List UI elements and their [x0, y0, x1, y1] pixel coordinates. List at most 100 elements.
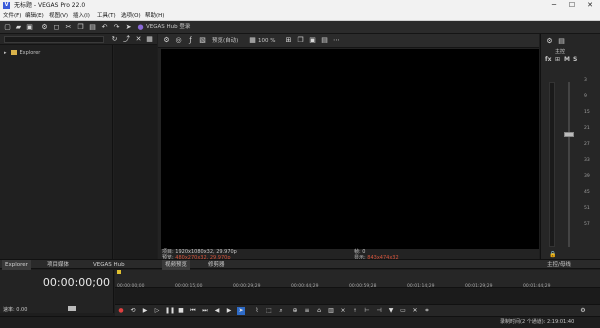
stop-icon[interactable]: ■	[177, 307, 185, 315]
zoom-tool-icon[interactable]: ⌕	[277, 307, 285, 315]
menu-bar: 文件(F) 编辑(E) 视图(V) 插入(I) 工具(T) 选项(O) 帮助(H…	[0, 11, 600, 21]
file-list[interactable]	[114, 45, 157, 259]
split-icon[interactable]: ⟊	[351, 307, 359, 315]
lock-icon[interactable]: 🔒	[549, 251, 556, 258]
external-monitor-icon[interactable]: ◎	[174, 36, 183, 45]
view-icon[interactable]: ▦	[145, 35, 154, 44]
auto-ripple-icon[interactable]: ≡	[303, 307, 311, 315]
timeline-settings-icon[interactable]: ⚙	[579, 307, 587, 315]
region-icon[interactable]: ▭	[399, 307, 407, 315]
status-bar: 录制时间(2 个通道): 2:19:01:40	[0, 316, 600, 327]
tab-video-preview[interactable]: 视频预览	[162, 260, 191, 270]
marker-icon[interactable]: ▼	[387, 307, 395, 315]
paste-icon[interactable]: ▤	[88, 23, 97, 32]
preview-settings-icon[interactable]: ⚙	[162, 36, 171, 45]
fx-button[interactable]: fx	[545, 56, 551, 63]
mixer-settings-icon[interactable]: ⚙	[545, 37, 554, 46]
prev-frame-icon[interactable]: ◀	[213, 307, 221, 315]
tab-vegas-hub[interactable]: VEGAS Hub	[90, 260, 128, 270]
tab-master-bus[interactable]: 主控/母线	[544, 260, 574, 270]
volume-fader[interactable]	[564, 132, 574, 137]
play-from-start-icon[interactable]: ▶	[141, 307, 149, 315]
playhead-marker[interactable]	[117, 270, 121, 274]
menu-options[interactable]: 选项(O)	[121, 11, 141, 21]
menu-insert[interactable]: 插入(I)	[73, 11, 90, 21]
save-icon[interactable]: ▣	[25, 23, 34, 32]
cursor-icon[interactable]: ➤	[124, 23, 133, 32]
tree-item-label: Explorer	[19, 50, 41, 56]
crop-icon[interactable]: ⌗	[423, 307, 431, 315]
fx-icon[interactable]: ƒ	[186, 36, 195, 45]
expand-arrow-icon[interactable]: ▸	[4, 50, 7, 56]
trim-start-icon[interactable]: ⊢	[363, 307, 371, 315]
grid-icon[interactable]: ⊞	[284, 36, 293, 45]
db-tick: 9	[584, 94, 587, 99]
tab-project-media[interactable]: 项目媒体	[44, 260, 72, 270]
undo-icon[interactable]: ↶	[100, 23, 109, 32]
menu-tools[interactable]: 工具(T)	[97, 11, 116, 21]
go-to-end-icon[interactable]: ⏭	[201, 307, 209, 315]
cut-icon[interactable]: ✂	[64, 23, 73, 32]
db-tick: 27	[584, 142, 590, 147]
hub-login-link[interactable]: VEGAS Hub 登录	[146, 21, 190, 34]
redo-icon[interactable]: ↷	[112, 23, 121, 32]
vegas-hub-icon[interactable]: ●	[136, 23, 145, 32]
close-icon[interactable]: ✕	[582, 0, 598, 11]
loop-playback-icon[interactable]: ⟲	[129, 307, 137, 315]
selection-tool-icon[interactable]: ⬚	[265, 307, 273, 315]
maximize-icon[interactable]: ☐	[564, 0, 580, 11]
menu-help[interactable]: 帮助(H)	[145, 11, 164, 21]
trim-end-icon[interactable]: ⊣	[375, 307, 383, 315]
play-icon[interactable]: ▷	[153, 307, 161, 315]
ruler-label: 00:00:15;00	[175, 284, 203, 289]
preview-quality-dropdown[interactable]: 预览(自动)	[212, 34, 238, 48]
auto-crossfade-icon[interactable]: ⨯	[339, 307, 347, 315]
path-dropdown[interactable]	[4, 36, 104, 43]
go-to-start-icon[interactable]: ⏮	[189, 307, 197, 315]
render-icon[interactable]: ◻	[52, 23, 61, 32]
lock-envelopes-icon[interactable]: ⌂	[315, 307, 323, 315]
tree-item-explorer[interactable]: ▸ Explorer	[4, 50, 40, 56]
time-ruler[interactable]: 00:00:00;00 00:00:15;00 00:00:29;29 00:0…	[115, 270, 600, 289]
menu-edit[interactable]: 编辑(E)	[25, 11, 44, 21]
ruler-label: 00:00:44;29	[291, 284, 319, 289]
menu-file[interactable]: 文件(F)	[3, 11, 21, 21]
next-frame-icon[interactable]: ▶	[225, 307, 233, 315]
record-icon[interactable]: ●	[117, 307, 125, 315]
video-canvas[interactable]	[161, 49, 539, 249]
transport-bar: ● ⟲ ▶ ▷ ❚❚ ■ ⏮ ⏭ ◀ ▶ ➤ ⌇ ⬚ ⌕ ⊕ ≡ ⌂ ▥ ⨯ ⟊…	[115, 304, 600, 316]
settings-icon[interactable]: ⚙	[40, 23, 49, 32]
minimize-icon[interactable]: ─	[546, 0, 562, 11]
new-file-icon[interactable]: ▢	[3, 23, 12, 32]
solo-insert-icon[interactable]: ⊞	[555, 56, 560, 63]
pause-icon[interactable]: ❚❚	[165, 307, 175, 315]
solo-button[interactable]: S	[573, 56, 577, 63]
fader-track	[568, 82, 570, 247]
mute-button[interactable]: M	[564, 56, 570, 63]
more-options-icon[interactable]: ⋯	[332, 36, 341, 45]
delete-icon[interactable]: ✕	[411, 307, 419, 315]
tab-explorer[interactable]: Explorer	[2, 260, 31, 270]
copy-icon[interactable]: ❐	[76, 23, 85, 32]
normal-edit-tool-icon[interactable]: ➤	[237, 307, 245, 315]
preview-toolbar: ⚙ ◎ ƒ ▧ 预览(自动) ▦ 100 % ⊞ ❐ ▣ ▤ ⋯	[158, 34, 539, 48]
zoom-dropdown[interactable]: 100 %	[258, 34, 275, 48]
refresh-icon[interactable]: ↻	[110, 35, 119, 44]
ignore-grouping-icon[interactable]: ▥	[327, 307, 335, 315]
envelope-tool-icon[interactable]: ⌇	[253, 307, 261, 315]
mixer-properties-icon[interactable]: ▤	[557, 37, 566, 46]
split-screen-icon[interactable]: ▧	[198, 36, 207, 45]
copy-snapshot-icon[interactable]: ❐	[296, 36, 305, 45]
overlays-icon[interactable]: ▦	[248, 36, 257, 45]
up-folder-icon[interactable]: ⤴	[122, 35, 131, 44]
open-folder-icon[interactable]: ▰	[14, 23, 23, 32]
save-snapshot-icon[interactable]: ▣	[308, 36, 317, 45]
layout-icon[interactable]: ▤	[320, 36, 329, 45]
delete-icon[interactable]: ✕	[134, 35, 143, 44]
folder-icon	[10, 50, 17, 55]
menu-view[interactable]: 视图(V)	[49, 11, 68, 21]
tab-trimmer[interactable]: 修剪器	[205, 260, 228, 270]
main-toolbar: ▢ ▰ ▣ ⚙ ◻ ✂ ❐ ▤ ↶ ↷ ➤ ● VEGAS Hub 登录	[0, 21, 600, 34]
rate-slider[interactable]	[68, 306, 76, 311]
snapping-icon[interactable]: ⊕	[291, 307, 299, 315]
